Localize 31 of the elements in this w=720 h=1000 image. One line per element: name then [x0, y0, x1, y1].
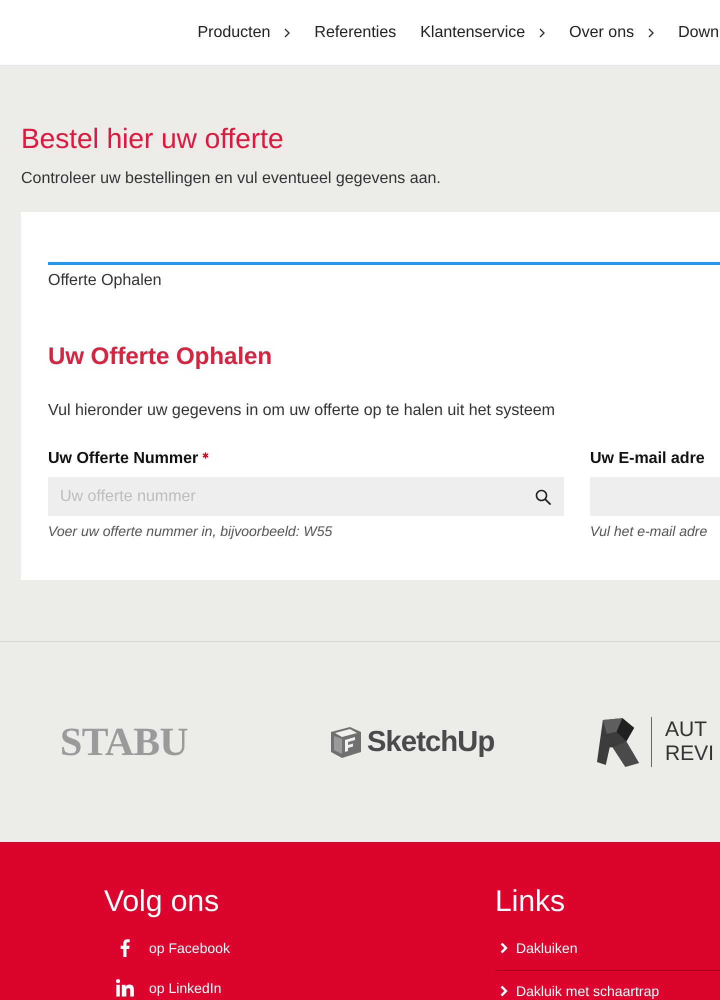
footer-link[interactable]: Dakluik met schaartrap	[495, 981, 660, 1000]
nav-link[interactable]: Referenties	[314, 24, 396, 42]
box-logo-icon	[330, 725, 362, 759]
social-link[interactable]: op Facebook	[104, 936, 230, 960]
footer-heading: Links	[495, 884, 566, 920]
page-subtitle: Controleer uw bestellingen en vul eventueel gegevens aan.	[21, 169, 442, 189]
footer-link[interactable]: Dakluiken	[495, 938, 578, 958]
logo-wordmark: SketchUp	[367, 725, 494, 760]
chevron-icon	[500, 942, 508, 954]
logo-wordmark: AUT	[665, 718, 708, 742]
nav-link[interactable]: Over ons	[569, 24, 654, 42]
facebook-icon	[120, 939, 130, 957]
field-label: Uw Offerte Nummer	[48, 449, 198, 469]
field-hint: Vul het e-mail adre	[590, 522, 708, 540]
footer-heading: Volg ons	[104, 884, 220, 920]
nav-link[interactable]: Klantenservice	[420, 24, 546, 42]
step-tab[interactable]: Offerte Ophalen	[48, 262, 720, 291]
linkedin-icon	[116, 979, 134, 997]
faceted-logo-icon	[597, 718, 640, 766]
nav-link[interactable]: Producten	[197, 24, 290, 42]
social-link[interactable]: op LinkedIn	[104, 976, 222, 1000]
search-icon[interactable]	[535, 489, 551, 505]
chevron-icon	[500, 985, 508, 997]
page-title: Bestel hier uw offerte	[21, 122, 285, 156]
logo-wordmark: STABU	[60, 720, 188, 764]
section-heading: Uw Offerte Ophalen	[48, 342, 274, 372]
logo-wordmark: REVI	[665, 742, 714, 766]
field-label: Uw E-mail adre	[590, 449, 705, 469]
field-hint: Voer uw offerte nummer in, bijvoorbeeld: W55	[48, 522, 334, 540]
nav-link[interactable]: Down	[678, 24, 719, 42]
intro-text: Vul hieronder uw gegevens in om uw offerte op te halen uit het systeem	[48, 401, 556, 421]
